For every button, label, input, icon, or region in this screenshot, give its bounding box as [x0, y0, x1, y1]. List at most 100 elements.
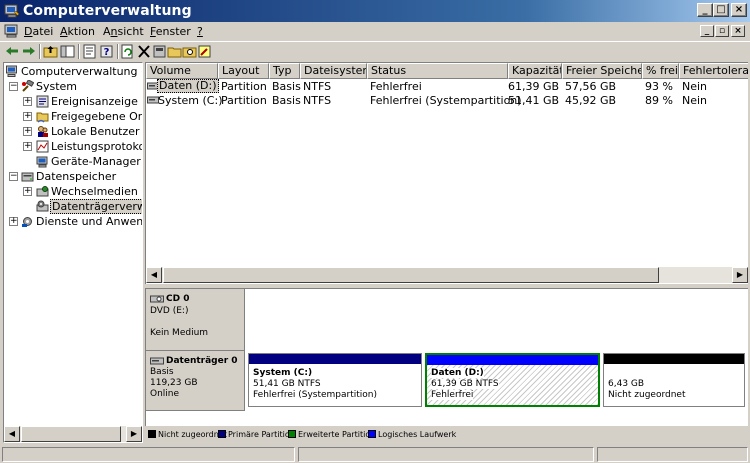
partition-system-c[interactable]: System (C:) 51,41 GB NTFS Fehlerfrei (Sy…: [248, 353, 422, 407]
tree-item-removable-storage[interactable]: + Wechselmedien: [4, 184, 142, 199]
maximize-button[interactable]: □: [713, 3, 729, 17]
expand-toggle[interactable]: +: [23, 112, 32, 121]
column-header-type[interactable]: Typ: [269, 63, 300, 79]
cell-percent-free: 93 %: [645, 80, 673, 93]
legend-unallocated: Nicht zugeordnet: [148, 430, 227, 440]
partition-data-d[interactable]: Daten (D:) 61,39 GB NTFS Fehlerfrei: [425, 353, 600, 407]
menu-datei[interactable]: Datei: [24, 25, 53, 38]
cell-capacity: 61,39 GB: [508, 80, 559, 93]
child-minimize-button[interactable]: _: [700, 25, 714, 37]
event-viewer-icon: [36, 95, 49, 108]
tree-item-device-manager[interactable]: Geräte-Manager: [4, 154, 142, 169]
device-manager-icon: [36, 156, 48, 168]
forward-icon[interactable]: [21, 44, 37, 59]
tree-item-storage[interactable]: − Datenspeicher: [4, 169, 142, 184]
scroll-left-button[interactable]: ◀: [4, 426, 20, 442]
cd-drive-icon: [150, 295, 164, 303]
menu-help[interactable]: ?: [197, 25, 203, 38]
close-button[interactable]: ×: [731, 3, 747, 17]
tree-root[interactable]: Computerverwaltung (Lokal): [4, 64, 142, 79]
computer-management-icon: [4, 4, 20, 18]
refresh-icon[interactable]: [120, 44, 136, 59]
search-icon[interactable]: [182, 44, 198, 59]
legend-logical-drive: Logisches Laufwerk: [368, 430, 456, 440]
system-tools-icon: [22, 80, 34, 92]
cd-rom-label[interactable]: CD 0 DVD (E:) Kein Medium: [146, 289, 245, 351]
column-header-volume[interactable]: Volume: [146, 63, 218, 79]
menu-bar: Datei Aktion Ansicht Fenster ?: [0, 22, 750, 41]
services-icon: [22, 217, 32, 227]
column-header-percent-free[interactable]: % frei: [642, 63, 679, 79]
legend-primary-partition: Primäre Partition: [218, 430, 295, 440]
cell-percent-free: 89 %: [645, 94, 673, 107]
tree-item-system[interactable]: − System: [4, 79, 142, 94]
properties-icon[interactable]: [82, 44, 98, 59]
tree-item-services[interactable]: + Dienste und Anwendungen: [4, 214, 142, 229]
tree-item-shared-folders[interactable]: + Freigegebene Ordner: [4, 109, 142, 124]
scroll-right-button[interactable]: ▶: [126, 426, 142, 442]
tree-item-disk-management[interactable]: Datenträgerverwaltung: [4, 199, 142, 214]
legend-extended-partition: Erweiterte Partition: [288, 430, 375, 440]
cell-filesystem: NTFS: [303, 80, 332, 93]
storage-icon: [21, 172, 34, 182]
expand-toggle[interactable]: +: [23, 142, 32, 151]
delete-icon[interactable]: [136, 44, 152, 59]
menu-ansicht[interactable]: Ansicht: [103, 25, 144, 38]
menu-aktion[interactable]: Aktion: [60, 25, 95, 38]
users-icon: [38, 126, 48, 137]
up-icon[interactable]: [43, 44, 59, 59]
cell-filesystem: NTFS: [303, 94, 332, 107]
partition-unallocated[interactable]: 6,43 GB Nicht zugeordnet: [603, 353, 745, 407]
collapse-toggle[interactable]: −: [9, 82, 18, 91]
tree-item-event-viewer[interactable]: + Ereignisanzeige: [4, 94, 142, 109]
minimize-button[interactable]: _: [697, 3, 713, 17]
cell-layout: Partition: [221, 80, 267, 93]
status-pane-secondary: [298, 447, 594, 462]
child-close-button[interactable]: ×: [731, 25, 745, 37]
unallocated-bar: [604, 354, 744, 364]
cell-type: Basis: [272, 80, 301, 93]
column-header-capacity[interactable]: Kapazität: [508, 63, 562, 79]
column-header-filesystem[interactable]: Dateisystem: [300, 63, 367, 79]
cell-volume: Daten (D:): [157, 79, 219, 93]
disk-0-label[interactable]: Datenträger 0 Basis 119,23 GB Online: [146, 351, 245, 411]
column-header-fault-tolerance[interactable]: Fehlertoleranz: [679, 63, 748, 79]
open-icon[interactable]: [167, 44, 183, 59]
shared-folder-icon: [36, 112, 49, 123]
cell-fault-tolerance: Nein: [682, 94, 708, 107]
performance-logs-icon: [36, 140, 49, 153]
cell-free-space: 57,56 GB: [565, 80, 617, 93]
expand-toggle[interactable]: +: [23, 127, 32, 136]
menu-fenster[interactable]: Fenster: [150, 25, 191, 38]
cell-status: Fehlerfrei (Systempartition): [370, 94, 522, 107]
tree-item-performance-logs[interactable]: + Leistungsprotokolle und Warnungen: [4, 139, 142, 154]
status-pane-main: [2, 447, 295, 462]
title-bar: Computerverwaltung _ □ ×: [0, 0, 750, 22]
column-header-status[interactable]: Status: [367, 63, 508, 79]
scroll-right-button[interactable]: ▶: [732, 267, 748, 283]
column-header-layout[interactable]: Layout: [218, 63, 269, 79]
tree-horizontal-scrollbar[interactable]: ◀ ▶: [4, 426, 142, 442]
back-icon[interactable]: [4, 44, 20, 59]
column-header-free-space[interactable]: Freier Speicher: [562, 63, 642, 79]
wizard-icon[interactable]: [197, 44, 213, 59]
console-icon[interactable]: [152, 44, 168, 59]
scroll-thumb[interactable]: [163, 267, 659, 283]
cell-free-space: 45,92 GB: [565, 94, 617, 107]
child-restore-button[interactable]: ▫: [715, 25, 729, 37]
expand-toggle[interactable]: +: [23, 187, 32, 196]
expand-toggle[interactable]: +: [23, 97, 32, 106]
cell-type: Basis: [272, 94, 301, 107]
help-icon[interactable]: ?: [99, 44, 115, 59]
show-tree-icon[interactable]: [60, 44, 76, 59]
scroll-left-button[interactable]: ◀: [146, 267, 162, 283]
removable-storage-icon: [36, 186, 49, 197]
console-tree: Computerverwaltung (Lokal) − System + Er…: [3, 62, 143, 443]
list-horizontal-scrollbar[interactable]: ◀ ▶: [146, 267, 748, 283]
primary-partition-bar: [249, 354, 421, 364]
tree-item-local-users[interactable]: + Lokale Benutzer und Gruppen: [4, 124, 142, 139]
console-menu-icon[interactable]: [4, 24, 20, 39]
collapse-toggle[interactable]: −: [9, 172, 18, 181]
scroll-thumb[interactable]: [21, 426, 121, 442]
expand-toggle[interactable]: +: [9, 217, 18, 226]
